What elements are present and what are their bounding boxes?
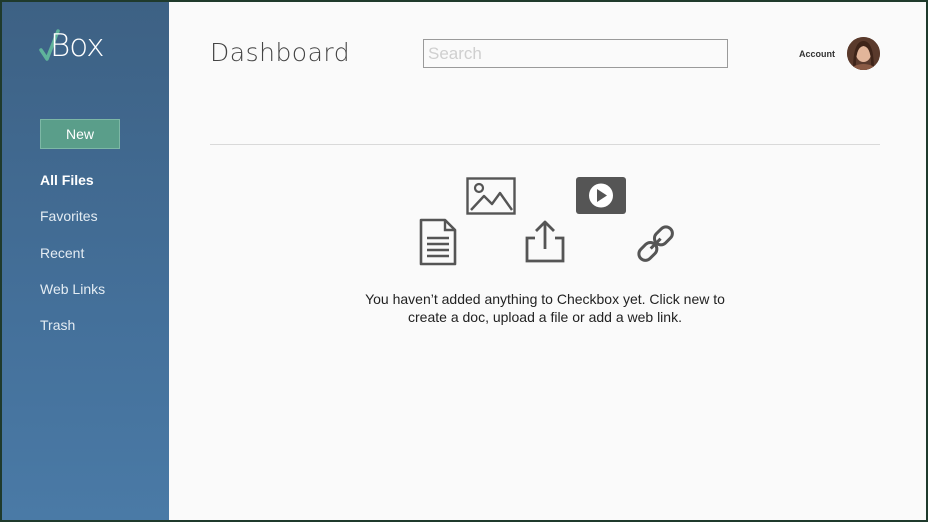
logo[interactable]: Box xyxy=(38,28,118,68)
sidebar-item-recent[interactable]: Recent xyxy=(40,243,105,279)
account-link[interactable]: Account xyxy=(799,49,835,59)
upload-icon xyxy=(525,220,565,263)
empty-state-line-1: You haven’t added anything to Checkbox y… xyxy=(365,291,725,307)
sidebar-nav: All Files Favorites Recent Web Links Tra… xyxy=(40,170,105,351)
empty-state-line-2: create a doc, upload a file or add a web… xyxy=(408,309,682,325)
app-window: Box New All Files Favorites Recent Web L… xyxy=(2,2,926,520)
new-button[interactable]: New xyxy=(40,119,120,149)
sidebar-item-favorites[interactable]: Favorites xyxy=(40,206,105,242)
link-icon xyxy=(637,225,674,262)
search-input[interactable] xyxy=(423,39,728,68)
sidebar-item-trash[interactable]: Trash xyxy=(40,315,105,351)
avatar-portrait-icon xyxy=(847,37,880,70)
video-icon xyxy=(576,177,626,214)
document-icon xyxy=(419,218,457,266)
avatar[interactable] xyxy=(847,37,880,70)
page-title: Dashboard xyxy=(210,38,351,67)
sidebar: Box New All Files Favorites Recent Web L… xyxy=(2,2,169,520)
sidebar-item-web-links[interactable]: Web Links xyxy=(40,279,105,315)
header-divider xyxy=(210,144,880,145)
image-icon xyxy=(466,177,516,215)
logo-text: Box xyxy=(50,28,105,64)
empty-state-message: You haven’t added anything to Checkbox y… xyxy=(302,290,788,326)
sidebar-item-all-files[interactable]: All Files xyxy=(40,170,105,206)
